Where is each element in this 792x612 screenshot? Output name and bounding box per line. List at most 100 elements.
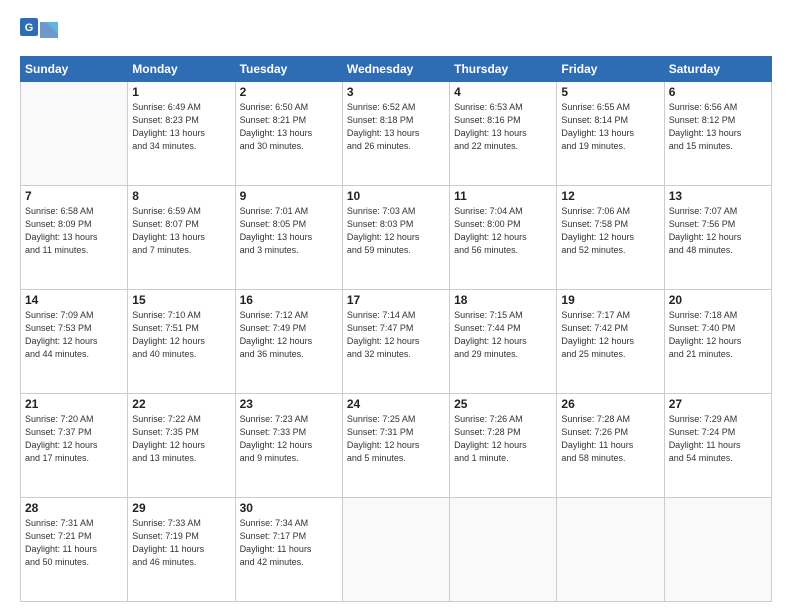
page: G SundayMondayTuesdayWednesdayThursdayFr… [0,0,792,612]
day-info: Sunrise: 7:25 AM Sunset: 7:31 PM Dayligh… [347,413,445,465]
day-info: Sunrise: 7:29 AM Sunset: 7:24 PM Dayligh… [669,413,767,465]
day-info: Sunrise: 7:03 AM Sunset: 8:03 PM Dayligh… [347,205,445,257]
day-number: 29 [132,501,230,515]
week-row-3: 21 Sunrise: 7:20 AM Sunset: 7:37 PM Dayli… [21,394,772,498]
day-info: Sunrise: 6:58 AM Sunset: 8:09 PM Dayligh… [25,205,123,257]
day-info: Sunrise: 6:50 AM Sunset: 8:21 PM Dayligh… [240,101,338,153]
day-cell: 15 Sunrise: 7:10 AM Sunset: 7:51 PM Dayli… [128,290,235,394]
day-cell: 26 Sunrise: 7:28 AM Sunset: 7:26 PM Dayli… [557,394,664,498]
day-number: 12 [561,189,659,203]
day-cell: 20 Sunrise: 7:18 AM Sunset: 7:40 PM Dayli… [664,290,771,394]
day-number: 27 [669,397,767,411]
logo: G [20,18,62,50]
day-cell: 14Sunrise: 7:09 AM Sunset: 7:53 PM Dayli… [21,290,128,394]
day-info: Sunrise: 7:01 AM Sunset: 8:05 PM Dayligh… [240,205,338,257]
day-number: 22 [132,397,230,411]
day-cell [664,498,771,602]
day-info: Sunrise: 7:09 AM Sunset: 7:53 PM Dayligh… [25,309,123,361]
day-number: 3 [347,85,445,99]
day-number: 10 [347,189,445,203]
day-number: 13 [669,189,767,203]
day-info: Sunrise: 7:20 AM Sunset: 7:37 PM Dayligh… [25,413,123,465]
day-info: Sunrise: 7:12 AM Sunset: 7:49 PM Dayligh… [240,309,338,361]
week-row-2: 14Sunrise: 7:09 AM Sunset: 7:53 PM Dayli… [21,290,772,394]
day-cell: 24Sunrise: 7:25 AM Sunset: 7:31 PM Dayli… [342,394,449,498]
day-cell: 18 Sunrise: 7:15 AM Sunset: 7:44 PM Dayli… [450,290,557,394]
day-cell: 25 Sunrise: 7:26 AM Sunset: 7:28 PM Dayli… [450,394,557,498]
day-info: Sunrise: 7:15 AM Sunset: 7:44 PM Dayligh… [454,309,552,361]
day-cell: 19 Sunrise: 7:17 AM Sunset: 7:42 PM Dayli… [557,290,664,394]
day-number: 23 [240,397,338,411]
day-info: Sunrise: 7:22 AM Sunset: 7:35 PM Dayligh… [132,413,230,465]
header: G [20,18,772,50]
weekday-friday: Friday [557,57,664,82]
day-info: Sunrise: 7:23 AM Sunset: 7:33 PM Dayligh… [240,413,338,465]
calendar-table: SundayMondayTuesdayWednesdayThursdayFrid… [20,56,772,602]
day-number: 1 [132,85,230,99]
day-info: Sunrise: 7:28 AM Sunset: 7:26 PM Dayligh… [561,413,659,465]
day-cell [342,498,449,602]
day-cell: 4 Sunrise: 6:53 AM Sunset: 8:16 PM Daylig… [450,82,557,186]
day-info: Sunrise: 7:34 AM Sunset: 7:17 PM Dayligh… [240,517,338,569]
day-cell: 3 Sunrise: 6:52 AM Sunset: 8:18 PM Daylig… [342,82,449,186]
day-number: 28 [25,501,123,515]
day-cell: 7 Sunrise: 6:58 AM Sunset: 8:09 PM Daylig… [21,186,128,290]
day-number: 7 [25,189,123,203]
day-cell: 1 Sunrise: 6:49 AM Sunset: 8:23 PM Daylig… [128,82,235,186]
day-info: Sunrise: 7:07 AM Sunset: 7:56 PM Dayligh… [669,205,767,257]
logo-icon: G [20,18,58,50]
day-number: 8 [132,189,230,203]
day-info: Sunrise: 7:33 AM Sunset: 7:19 PM Dayligh… [132,517,230,569]
weekday-header-row: SundayMondayTuesdayWednesdayThursdayFrid… [21,57,772,82]
day-number: 15 [132,293,230,307]
day-cell: 27 Sunrise: 7:29 AM Sunset: 7:24 PM Dayli… [664,394,771,498]
day-cell: 8Sunrise: 6:59 AM Sunset: 8:07 PM Daylig… [128,186,235,290]
day-info: Sunrise: 6:52 AM Sunset: 8:18 PM Dayligh… [347,101,445,153]
day-cell: 16 Sunrise: 7:12 AM Sunset: 7:49 PM Dayli… [235,290,342,394]
weekday-monday: Monday [128,57,235,82]
day-number: 19 [561,293,659,307]
day-cell: 17 Sunrise: 7:14 AM Sunset: 7:47 PM Dayli… [342,290,449,394]
day-info: Sunrise: 6:53 AM Sunset: 8:16 PM Dayligh… [454,101,552,153]
day-info: Sunrise: 7:18 AM Sunset: 7:40 PM Dayligh… [669,309,767,361]
day-cell: 5 Sunrise: 6:55 AM Sunset: 8:14 PM Daylig… [557,82,664,186]
day-cell: 13 Sunrise: 7:07 AM Sunset: 7:56 PM Dayli… [664,186,771,290]
day-info: Sunrise: 7:04 AM Sunset: 8:00 PM Dayligh… [454,205,552,257]
day-info: Sunrise: 7:10 AM Sunset: 7:51 PM Dayligh… [132,309,230,361]
day-info: Sunrise: 7:17 AM Sunset: 7:42 PM Dayligh… [561,309,659,361]
day-number: 25 [454,397,552,411]
day-number: 4 [454,85,552,99]
day-cell: 9 Sunrise: 7:01 AM Sunset: 8:05 PM Daylig… [235,186,342,290]
day-cell: 10 Sunrise: 7:03 AM Sunset: 8:03 PM Dayli… [342,186,449,290]
day-number: 17 [347,293,445,307]
day-number: 18 [454,293,552,307]
day-cell [450,498,557,602]
day-cell: 21 Sunrise: 7:20 AM Sunset: 7:37 PM Dayli… [21,394,128,498]
weekday-sunday: Sunday [21,57,128,82]
day-number: 21 [25,397,123,411]
day-cell: 6Sunrise: 6:56 AM Sunset: 8:12 PM Daylig… [664,82,771,186]
day-number: 2 [240,85,338,99]
weekday-saturday: Saturday [664,57,771,82]
day-info: Sunrise: 7:26 AM Sunset: 7:28 PM Dayligh… [454,413,552,465]
weekday-wednesday: Wednesday [342,57,449,82]
day-cell [557,498,664,602]
week-row-4: 28Sunrise: 7:31 AM Sunset: 7:21 PM Dayli… [21,498,772,602]
day-cell: 12 Sunrise: 7:06 AM Sunset: 7:58 PM Dayli… [557,186,664,290]
day-number: 11 [454,189,552,203]
day-info: Sunrise: 7:06 AM Sunset: 7:58 PM Dayligh… [561,205,659,257]
day-number: 5 [561,85,659,99]
day-info: Sunrise: 6:55 AM Sunset: 8:14 PM Dayligh… [561,101,659,153]
weekday-tuesday: Tuesday [235,57,342,82]
day-info: Sunrise: 6:49 AM Sunset: 8:23 PM Dayligh… [132,101,230,153]
day-cell: 23 Sunrise: 7:23 AM Sunset: 7:33 PM Dayli… [235,394,342,498]
week-row-1: 7 Sunrise: 6:58 AM Sunset: 8:09 PM Daylig… [21,186,772,290]
day-info: Sunrise: 6:56 AM Sunset: 8:12 PM Dayligh… [669,101,767,153]
svg-text:G: G [25,22,34,34]
day-info: Sunrise: 7:14 AM Sunset: 7:47 PM Dayligh… [347,309,445,361]
day-number: 9 [240,189,338,203]
day-number: 16 [240,293,338,307]
day-cell: 11 Sunrise: 7:04 AM Sunset: 8:00 PM Dayli… [450,186,557,290]
day-number: 26 [561,397,659,411]
day-number: 20 [669,293,767,307]
